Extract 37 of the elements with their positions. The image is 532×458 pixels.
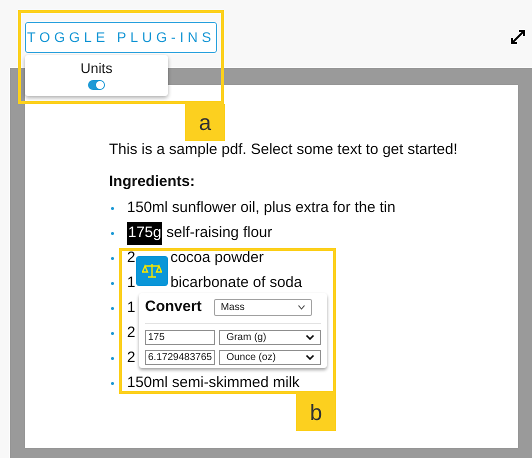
ingredient-text: 150ml sunflower oil, plus extra for the tin xyxy=(127,198,396,218)
scale-icon xyxy=(142,263,162,279)
ingredients-heading: Ingredients: xyxy=(109,172,196,192)
ingredient-text: 1 xyxy=(127,273,136,294)
ingredient-text: bicarbonate of soda xyxy=(170,273,302,294)
category-dropdown[interactable]: Mass xyxy=(214,298,312,316)
ingredient-text: self-raising flour xyxy=(166,223,272,244)
chevron-icon xyxy=(306,334,314,340)
selected-text: 175g xyxy=(127,222,162,245)
value-input[interactable]: 175 xyxy=(145,330,216,344)
intro-text: This is a sample pdf. Select some text to get started! xyxy=(109,140,458,160)
bullet-icon xyxy=(111,332,114,335)
popup-title: Convert xyxy=(145,297,202,317)
chevron-icon xyxy=(298,304,305,310)
unit-dropdown[interactable]: Ounce (oz) xyxy=(219,350,321,364)
ingredient-text: 2 xyxy=(127,348,136,368)
chevron-icon xyxy=(306,354,314,360)
annotation-label: b xyxy=(296,394,336,431)
unit-dropdown[interactable]: Gram (g) xyxy=(219,330,321,344)
bullet-icon xyxy=(111,382,114,385)
ingredient-text: 1 xyxy=(127,298,136,318)
bullet-icon xyxy=(111,207,114,210)
value-input[interactable]: 6.1729483765 xyxy=(145,350,216,364)
bullet-icon xyxy=(111,357,114,360)
toggle-switch[interactable] xyxy=(88,80,105,90)
ingredient-text: 2 xyxy=(127,323,136,344)
ingredient-text: 150ml semi-skimmed milk xyxy=(127,373,300,394)
expand-icon[interactable] xyxy=(511,30,525,44)
bullet-icon xyxy=(111,257,114,260)
plugin-label: Units xyxy=(80,60,112,76)
ingredient-text: cocoa powder xyxy=(170,248,264,268)
converter-icon[interactable] xyxy=(136,256,168,286)
bullet-icon xyxy=(111,232,114,235)
bullet-icon xyxy=(111,307,114,310)
bullet-icon xyxy=(111,282,114,285)
ingredient-text: 2 xyxy=(127,248,136,268)
annotation-label: a xyxy=(185,104,225,141)
